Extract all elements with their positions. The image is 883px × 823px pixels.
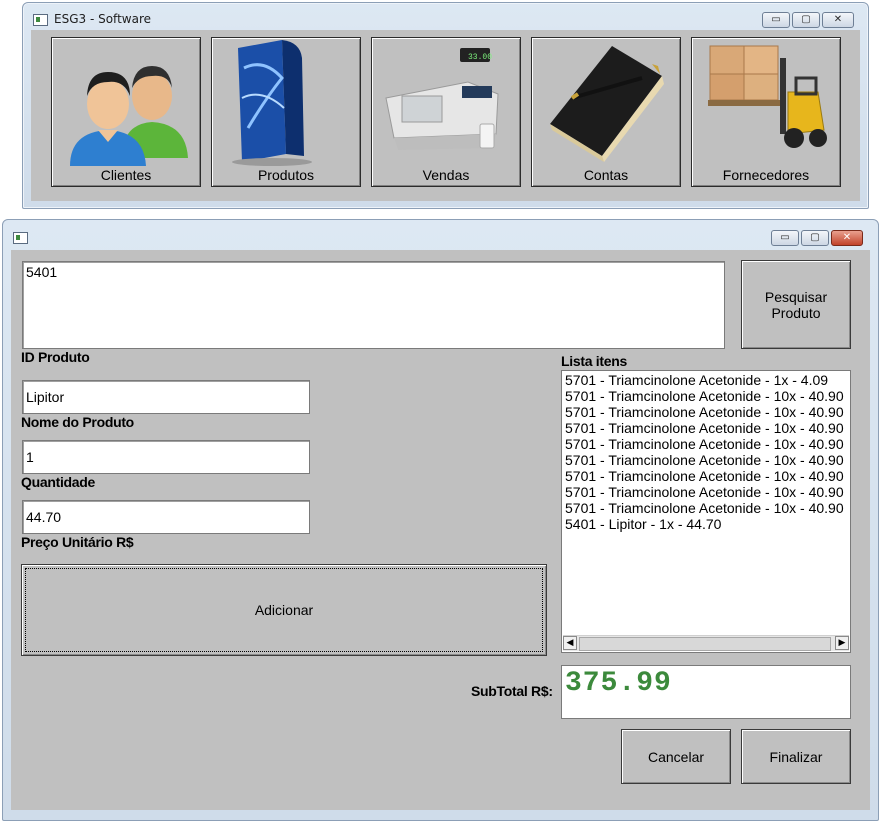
forklift-icon [708, 45, 827, 148]
menu-panel: Clientes Produtos 33.00 Vendas Contas Fo… [31, 30, 860, 201]
horizontal-scrollbar[interactable]: ◀ ▶ [563, 635, 849, 651]
subtotal-value: 375.99 [565, 668, 672, 699]
list-item[interactable]: 5701 - Triamcinolone Acetonide - 10x - 4… [565, 436, 850, 452]
app-icon [13, 232, 28, 244]
list-item[interactable]: 5701 - Triamcinolone Acetonide - 10x - 4… [565, 420, 850, 436]
scroll-right-button[interactable]: ▶ [835, 636, 849, 650]
quantity-field[interactable]: 1 [22, 440, 310, 474]
list-item[interactable]: 5701 - Triamcinolone Acetonide - 10x - 4… [565, 468, 850, 484]
ledger-book-icon [550, 46, 664, 162]
menu-tile-produtos[interactable]: Produtos [211, 37, 361, 187]
nome-produto-label: Nome do Produto [21, 414, 134, 430]
maximize-button[interactable]: ▢ [801, 230, 829, 246]
scroll-left-button[interactable]: ◀ [563, 636, 577, 650]
minimize-button[interactable]: ▭ [771, 230, 799, 246]
tile-label: Contas [583, 167, 629, 183]
search-product-button[interactable]: Pesquisar Produto [741, 260, 851, 349]
users-icon [70, 66, 188, 166]
svg-text:33.00: 33.00 [468, 53, 492, 62]
list-item[interactable]: 5701 - Triamcinolone Acetonide - 10x - 4… [565, 388, 850, 404]
list-item[interactable]: 5701 - Triamcinolone Acetonide - 10x - 4… [565, 484, 850, 500]
preco-unitario-label: Preço Unitário R$ [21, 534, 134, 550]
list-item[interactable]: 5701 - Triamcinolone Acetonide - 10x - 4… [565, 500, 850, 516]
caption-buttons: ▭ ▢ ✕ [771, 230, 863, 246]
product-name-field[interactable]: Lipitor [22, 380, 310, 414]
items-list[interactable]: 5701 - Triamcinolone Acetonide - 1x - 4.… [561, 370, 851, 653]
finish-button[interactable]: Finalizar [741, 729, 851, 784]
tile-label: Produtos [257, 167, 315, 183]
menu-tile-clientes[interactable]: Clientes [51, 37, 201, 187]
product-box-icon [232, 40, 312, 166]
cash-register-icon: 33.00 [385, 48, 499, 150]
cancel-button[interactable]: Cancelar [621, 729, 731, 784]
tile-label: Vendas [422, 167, 470, 183]
sales-window: ▭ ▢ ✕ 5401 Pesquisar Produto ID Produto … [2, 219, 879, 821]
menu-tile-fornecedores[interactable]: Fornecedores [691, 37, 841, 187]
tile-label: Fornecedores [722, 167, 810, 183]
subtotal-display: 375.99 [561, 665, 851, 719]
items-list-content: 5701 - Triamcinolone Acetonide - 1x - 4.… [565, 372, 850, 532]
quantidade-label: Quantidade [21, 474, 96, 490]
list-item[interactable]: 5701 - Triamcinolone Acetonide - 1x - 4.… [565, 372, 850, 388]
subtotal-label: SubTotal R$: [471, 683, 553, 699]
list-item[interactable]: 5701 - Triamcinolone Acetonide - 10x - 4… [565, 404, 850, 420]
caption-buttons: ▭ ▢ ✕ [762, 12, 854, 28]
search-input[interactable]: 5401 [22, 261, 725, 349]
main-window: ESG3 - Software ▭ ▢ ✕ Clientes Produtos … [22, 2, 869, 209]
close-button[interactable]: ✕ [831, 230, 863, 246]
close-button[interactable]: ✕ [822, 12, 854, 28]
add-button[interactable]: Adicionar [21, 564, 547, 656]
tile-label: Clientes [100, 167, 152, 183]
scroll-thumb[interactable] [579, 637, 831, 651]
unit-price-field[interactable]: 44.70 [22, 500, 310, 534]
menu-tile-contas[interactable]: Contas [531, 37, 681, 187]
minimize-button[interactable]: ▭ [762, 12, 790, 28]
id-produto-label: ID Produto [21, 349, 90, 365]
list-item[interactable]: 5401 - Lipitor - 1x - 44.70 [565, 516, 850, 532]
sales-panel: 5401 Pesquisar Produto ID Produto Lista … [11, 250, 870, 810]
menu-tile-vendas[interactable]: 33.00 Vendas [371, 37, 521, 187]
app-icon [33, 14, 48, 26]
list-item[interactable]: 5701 - Triamcinolone Acetonide - 10x - 4… [565, 452, 850, 468]
maximize-button[interactable]: ▢ [792, 12, 820, 28]
window-title: ESG3 - Software [54, 12, 151, 26]
lista-itens-label: Lista itens [561, 353, 627, 369]
